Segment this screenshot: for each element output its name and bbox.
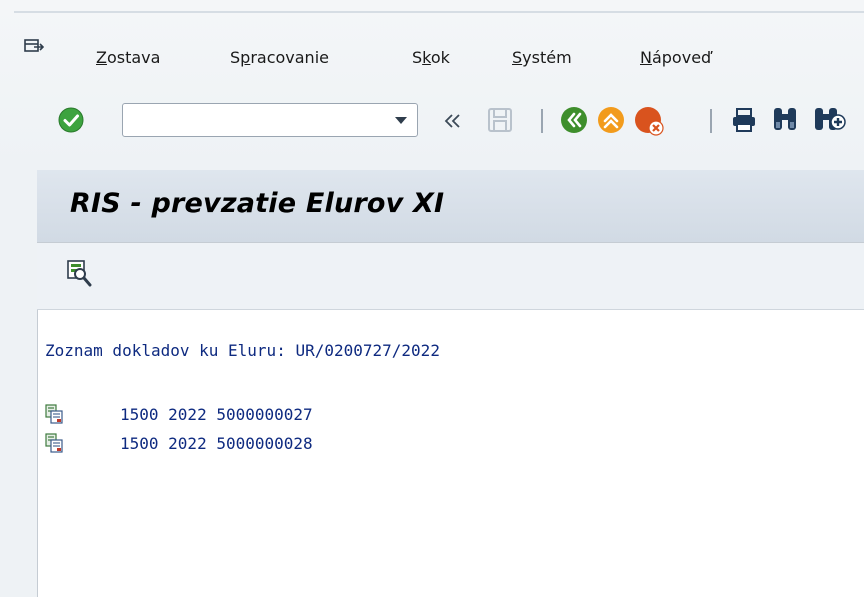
cancel-icon[interactable] [634, 106, 664, 136]
menu-system-mnemonic: S [512, 48, 523, 67]
menu-spracovanie[interactable]: Spracovanie [230, 48, 329, 67]
menu-napoved-rest: ápoveď [651, 48, 712, 67]
window-top-border [14, 11, 864, 13]
menu-spracovanie-rest: racovanie [250, 48, 329, 67]
command-field[interactable] [122, 103, 418, 137]
back-icon[interactable] [560, 106, 588, 134]
document-icon[interactable] [45, 404, 63, 424]
enter-check-icon[interactable] [58, 107, 84, 133]
document-number[interactable]: 1500 2022 5000000027 [120, 405, 313, 424]
toolbar-separator [710, 109, 712, 133]
document-number[interactable]: 1500 2022 5000000028 [120, 434, 313, 453]
save-icon[interactable] [486, 106, 514, 134]
application-toolbar [37, 243, 864, 310]
menu-spracovanie-mnemonic: p [240, 48, 251, 67]
print-icon[interactable] [730, 106, 758, 134]
menu-system-rest: ystém [522, 48, 572, 67]
document-list-header: Zoznam dokladov ku Eluru: UR/0200727/202… [45, 341, 440, 360]
menu-zostava-mnemonic: Z [96, 48, 107, 67]
menu-skok-mnemonic: k [422, 48, 431, 67]
find-icon[interactable] [770, 104, 800, 134]
menu-system[interactable]: Systém [512, 48, 572, 67]
display-document-icon[interactable] [66, 259, 92, 287]
page-title: RIS - prevzatie Elurov XI [70, 188, 445, 219]
menu-napoved[interactable]: Nápoveď [640, 48, 711, 67]
command-dropdown-icon[interactable] [395, 117, 407, 124]
menu-zostava-rest: ostava [106, 48, 161, 67]
menu-skok[interactable]: Skok [412, 48, 450, 67]
menu-napoved-mnemonic: N [640, 48, 652, 67]
document-icon[interactable] [45, 433, 63, 453]
find-next-icon[interactable] [812, 104, 846, 134]
command-input[interactable] [129, 104, 383, 136]
menu-skok-prefix: S [412, 48, 423, 67]
menu-spracovanie-prefix: S [230, 48, 241, 67]
menu-zostava[interactable]: Zostava [96, 48, 160, 67]
exit-icon[interactable] [597, 106, 625, 134]
menu-toggle-icon[interactable] [24, 38, 44, 56]
menu-skok-rest: ok [430, 48, 450, 67]
toolbar-separator [541, 109, 543, 133]
collapse-icon[interactable] [442, 112, 464, 130]
